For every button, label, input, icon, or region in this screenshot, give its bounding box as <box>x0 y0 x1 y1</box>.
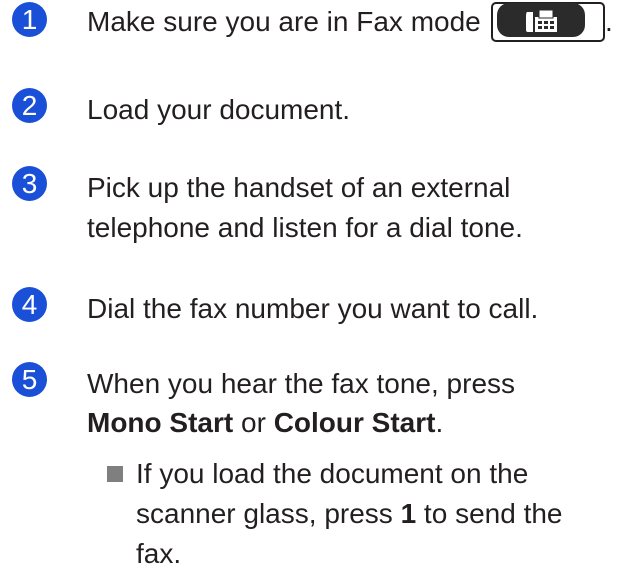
fax-mode-key <box>491 2 605 42</box>
step-text: Dial the fax number you want to call. <box>87 293 539 324</box>
step-text: Make sure you are in Fax mode <box>87 6 481 37</box>
step-end-period: . <box>605 6 613 37</box>
step-text-line-1: When you hear the fax tone, press <box>87 368 516 399</box>
colour-start-key: Colour Start <box>273 407 436 438</box>
step-number-badge: 1 <box>12 2 47 37</box>
mono-start-key: Mono Start <box>87 407 234 438</box>
bullet-text-line-2: scanner glass, press 1 to send the <box>136 496 563 532</box>
key-1: 1 <box>400 498 417 529</box>
step-text-line-2: Mono Start or Colour Start. <box>87 405 443 441</box>
bullet-text-line-3: fax. <box>136 538 182 569</box>
square-bullet-icon <box>107 466 123 482</box>
bullet-text-b: to send the <box>416 498 563 529</box>
step-number-badge: 5 <box>12 362 47 397</box>
bullet-text-a: scanner glass, press <box>136 498 401 529</box>
step-number-badge: 4 <box>12 287 47 322</box>
step-text-line-1: Pick up the handset of an external <box>87 172 511 203</box>
end-period: . <box>435 407 444 438</box>
fax-icon <box>526 9 557 32</box>
step-text: Load your document. <box>87 94 351 125</box>
step-number-badge: 3 <box>12 166 47 201</box>
bullet-text-line-1: If you load the document on the <box>136 458 529 489</box>
step-text-line-2: telephone and listen for a dial tone. <box>87 212 523 243</box>
step-number-badge: 2 <box>12 88 47 123</box>
or-text: or <box>233 407 274 438</box>
